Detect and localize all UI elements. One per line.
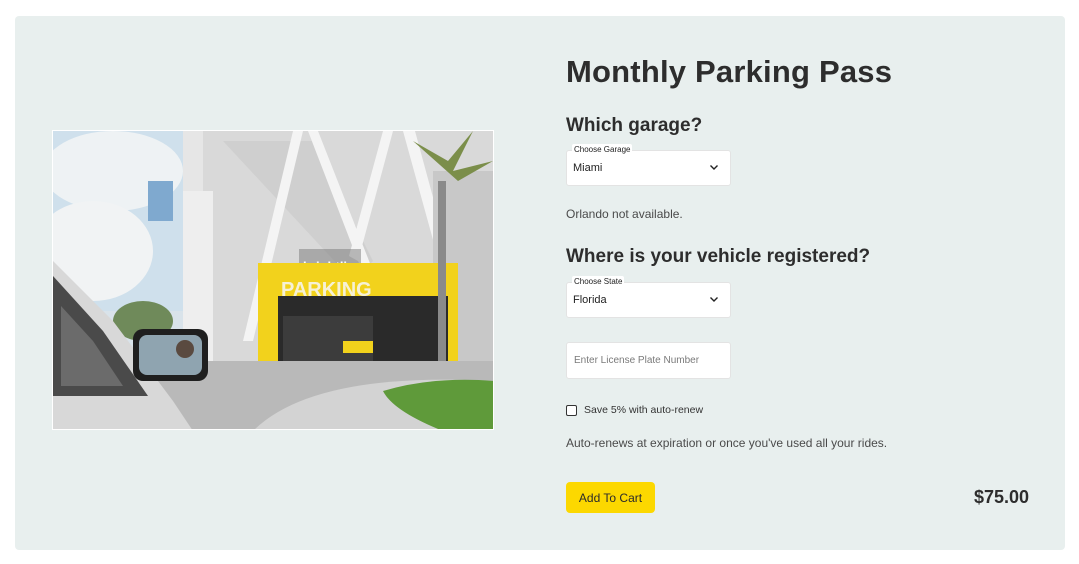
product-title: Monthly Parking Pass (566, 54, 893, 89)
product-card: brightline PARKING Monthly Parking Pass … (15, 16, 1065, 550)
photo-sign-text: PARKING (281, 279, 372, 301)
garage-select-value: Miami (573, 162, 603, 174)
garage-heading: Which garage? (566, 115, 703, 136)
add-to-cart-button[interactable]: Add To Cart (566, 482, 655, 513)
license-plate-input[interactable] (566, 342, 731, 379)
auto-renew-label[interactable]: Save 5% with auto-renew (584, 404, 703, 416)
auto-renew-note: Auto-renews at expiration or once you've… (566, 436, 888, 450)
garage-select-label: Choose Garage (572, 144, 633, 155)
state-select-label: Choose State (572, 276, 625, 287)
product-price: $75.00 (973, 487, 1029, 507)
garage-select[interactable]: Choose Garage Miami (566, 144, 731, 186)
garage-note: Orlando not available. (566, 207, 683, 221)
vehicle-heading: Where is your vehicle registered? (566, 246, 871, 267)
auto-renew-checkbox[interactable] (566, 404, 577, 416)
state-select[interactable]: Choose State Florida (566, 276, 731, 318)
auto-renew-row[interactable]: Save 5% with auto-renew (566, 404, 703, 416)
state-select-value: Florida (573, 294, 607, 306)
chevron-down-icon (710, 297, 718, 302)
chevron-down-icon (710, 165, 718, 170)
product-image: brightline PARKING (52, 130, 494, 430)
